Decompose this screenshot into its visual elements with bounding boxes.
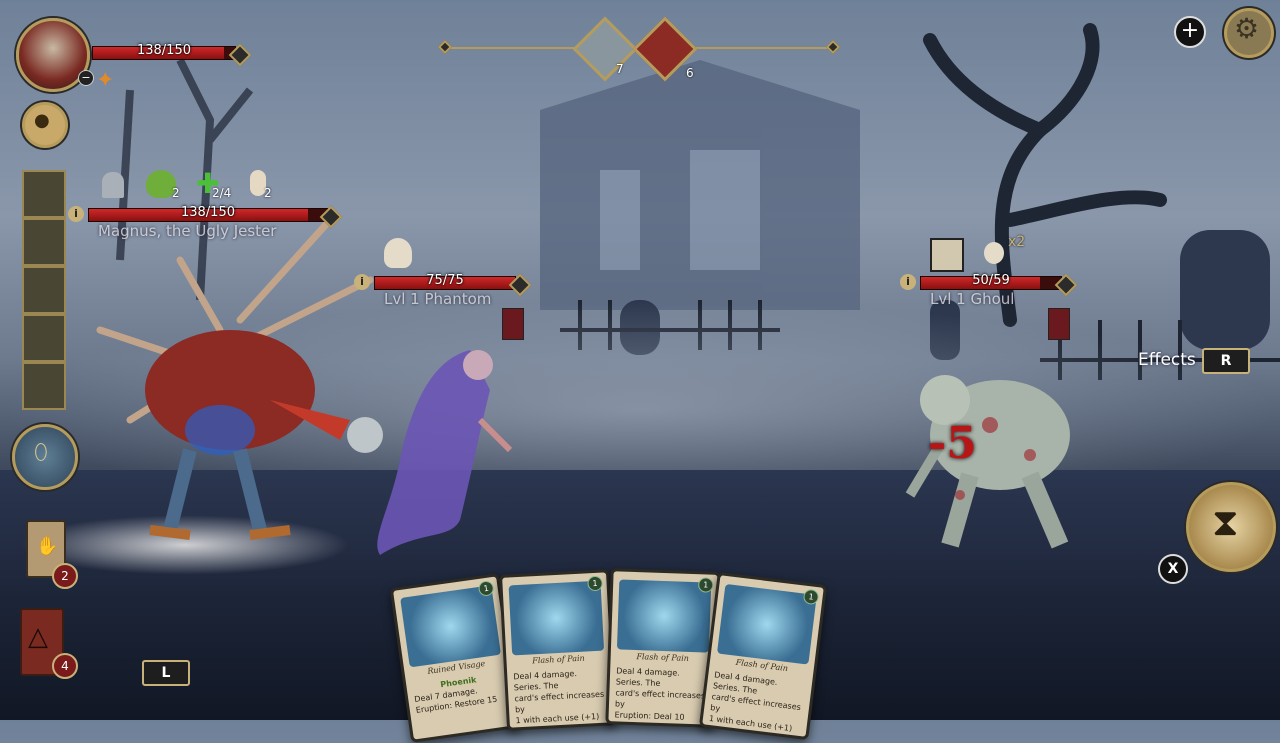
item-slot[interactable] — [22, 314, 66, 362]
skull-heal-icon — [984, 242, 1004, 264]
item-slot[interactable] — [22, 170, 66, 218]
effects-label: Effects — [1138, 350, 1196, 370]
phantom-name: Lvl 1 Phantom — [384, 290, 492, 308]
turn-order-ghoul-count: 7 — [616, 62, 624, 76]
item-slot[interactable] — [22, 218, 66, 266]
card-text: Deal 4 damage. Series. The card's effect… — [708, 670, 802, 734]
ghoul-hp-text: 50/59 — [972, 273, 1010, 288]
card-flash-of-pain[interactable]: 1 Flash of Pain Deal 4 damage. Series. T… — [498, 569, 618, 731]
card-cost: 1 — [697, 577, 714, 593]
turn-order-hero-count: 6 — [686, 66, 694, 80]
gear-icon: ⚙ — [1234, 12, 1260, 45]
damage-popup: -5 — [928, 418, 977, 469]
ghoul-info-icon[interactable]: i — [900, 274, 916, 290]
add-button[interactable]: + — [1174, 16, 1206, 48]
card-text: Deal 4 damage. Series. The card's effect… — [513, 669, 605, 726]
eye-icon: ⬯ — [34, 440, 48, 465]
left-key-hint[interactable]: L — [142, 660, 190, 686]
card-title: Flash of Pain — [636, 652, 690, 663]
card-text: Phoenik Deal 7 damage. Eruption: Restore… — [413, 675, 498, 715]
jester-hat-count: 2 — [172, 186, 180, 200]
card-art — [716, 583, 817, 665]
phantom-status-icon[interactable] — [502, 308, 524, 340]
triangle-icon: △ — [28, 622, 48, 652]
skull-intent-icon — [384, 238, 412, 268]
phoenix-icon: ✦ — [96, 68, 115, 93]
tombstone-icon — [102, 172, 124, 198]
item-slot[interactable] — [22, 266, 66, 314]
claw-icon: ✋ — [36, 536, 59, 557]
bone-count: 2 — [264, 186, 272, 200]
draw-pile-count: 2 — [52, 563, 78, 589]
player-hp-bar: 138/150 — [92, 43, 236, 60]
item-slot[interactable] — [22, 362, 66, 410]
hero-hp-bar: 138/150 — [88, 205, 328, 222]
ghoul-intent-icon — [930, 238, 964, 272]
discard-pile-count: 4 — [52, 653, 78, 679]
heal-cross-count: 2/4 — [212, 186, 232, 200]
phantom-hp-bar: 75/75 — [374, 273, 516, 290]
hero-character[interactable] — [70, 200, 400, 550]
ghoul-name: Lvl 1 Ghoul — [930, 290, 1015, 308]
bag-icon: ● — [34, 110, 50, 131]
card-text: Deal 4 damage. Series. The card's effect… — [614, 666, 706, 728]
card-art — [400, 585, 501, 668]
card-art — [616, 579, 712, 653]
effects-key-hint[interactable]: R — [1202, 348, 1250, 374]
phantom-enemy[interactable] — [360, 330, 520, 560]
card-art — [508, 580, 605, 656]
hero-hp-text: 138/150 — [180, 205, 235, 220]
hero-name: Magnus, the Ugly Jester — [98, 222, 277, 240]
hero-info-icon[interactable]: i — [68, 206, 84, 222]
hourglass-icon: ⧗ — [1212, 500, 1239, 544]
player-hp-text: 138/150 — [136, 43, 191, 58]
ghoul-hp-bar: 50/59 — [920, 273, 1062, 290]
phantom-info-icon[interactable]: i — [354, 274, 370, 290]
card-flash-of-pain[interactable]: 1 Flash of Pain Deal 4 damage. Series. T… — [698, 571, 828, 741]
phantom-hp-text: 75/75 — [426, 273, 464, 288]
ghoul-status-icon[interactable] — [1048, 308, 1070, 340]
ghoul-multiplier: x2 — [1008, 234, 1026, 250]
end-turn-key-hint[interactable]: X — [1158, 554, 1188, 584]
minus-icon[interactable]: − — [78, 70, 94, 86]
